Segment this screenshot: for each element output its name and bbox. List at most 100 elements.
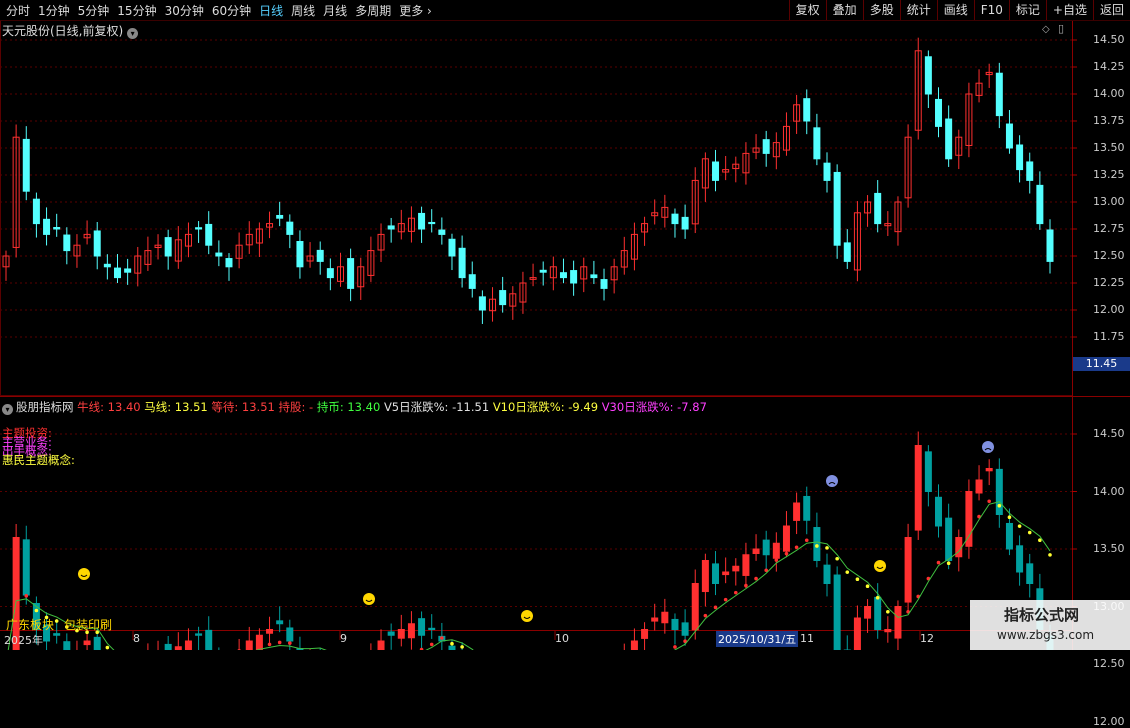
candle-body [205,223,213,246]
indicator-header: ▾ 股朋指标网 牛线: 13.40 马线: 13.51 等待: 13.51 持股:… [2,399,707,415]
period-tab-9[interactable]: 多周期 [355,4,391,18]
ind-candle-body [995,468,1003,515]
ind-candle-body [782,525,790,552]
watermark-title: 指标公式网 [1004,606,1080,624]
period-tab-7[interactable]: 周线 [291,4,315,18]
toolbar-action-1[interactable]: 叠加 [825,0,863,20]
sector-tag[interactable]: 包装印刷 [64,618,112,632]
ind-candle-body [924,451,932,492]
sector-tags: 广东板块 包装印刷 [6,616,122,633]
candle-body [103,263,111,268]
period-tab-0[interactable]: 分时 [6,4,30,18]
ma-dot [257,644,262,649]
ma-dot [1048,553,1052,557]
toolbar-action-4[interactable]: 画线 [936,0,974,20]
candle-body [570,270,578,284]
price-tick: 14.00 [1093,87,1125,100]
ind-candle-body [853,617,861,650]
pin-icon[interactable]: ▯ [1058,22,1064,35]
ma-dot [946,561,951,566]
happy-face-icon [874,560,886,572]
period-tab-2[interactable]: 5分钟 [78,4,110,18]
date-tick: 10 [555,632,569,645]
ma-dot [460,645,464,649]
ind-candle-body [428,627,436,630]
price-tick: 12.25 [1093,276,1125,289]
price-tick: 13.75 [1093,114,1125,127]
date-tick: 12 [920,632,934,645]
period-tab-6[interactable]: 日线 [259,4,283,18]
ind-candle-body [630,640,638,650]
candle-body [712,161,720,181]
toolbar-action-3[interactable]: 统计 [899,0,937,20]
date-tick: 8 [133,632,140,645]
candle-body [113,267,121,279]
sector-tag[interactable]: 广东板块 [6,618,54,632]
stock-title: 天元股份(日线,前复权) ▾ [2,22,139,39]
price-tick: 13.25 [1093,168,1125,181]
candle-body [428,221,436,225]
sad-face-icon [826,475,838,487]
toolbar-action-8[interactable]: 返回 [1092,0,1130,20]
period-tab-1[interactable]: 1分钟 [38,4,70,18]
ma-dot [450,641,454,646]
ind-candle-body [397,629,405,639]
ind-candle-body [164,643,172,650]
ind-candle-body [985,468,993,472]
candle-body [296,241,304,268]
candle-body [935,98,943,127]
candle-body [874,192,882,225]
price-tick: 13.00 [1093,195,1125,208]
ma-dot [288,641,292,645]
ind-candle-body [1016,545,1024,573]
candle-body [195,227,203,230]
candle-body [63,234,71,252]
ma-dot [997,503,1002,508]
ind-candle-body [772,542,780,559]
period-tab-5[interactable]: 60分钟 [212,4,251,18]
ind-candle-body [377,640,385,650]
candle-body [671,213,679,225]
ind-candle-body [681,622,689,636]
ma-dot [774,558,779,562]
chevron-down-icon[interactable]: ▾ [127,28,139,39]
toolbar-action-5[interactable]: F10 [973,0,1009,20]
toolbar-action-2[interactable]: 多股 [862,0,900,20]
ma-dot [825,546,829,550]
indicator-value: 牛线: 13.40 [77,400,145,414]
indicator-tick: 12.00 [1093,714,1125,728]
price-tick: 14.25 [1093,60,1125,73]
ma-dot [673,645,677,649]
toolbar-action-7[interactable]: +自选 [1045,0,1093,20]
ind-candle-body [387,631,395,636]
period-tab-3[interactable]: 15分钟 [117,4,156,18]
toolbar-action-0[interactable]: 复权 [788,0,826,20]
ind-candle-body [742,554,750,576]
period-tab-4[interactable]: 30分钟 [165,4,204,18]
ma-dot [886,609,890,614]
indicator-name: 股朋指标网 [16,400,78,414]
ind-candle-body [63,641,71,650]
period-tab-10[interactable]: 更多 › [399,4,432,18]
ma-dot [723,597,728,602]
chevron-down-icon[interactable]: ▾ [2,404,13,415]
ind-candle-body [722,571,730,576]
diamond-icon[interactable]: ◇ [1042,24,1050,35]
candle-body [347,258,355,289]
ma-dot [754,576,758,581]
price-tick: 14.50 [1093,33,1125,46]
ma-dot [429,642,434,647]
candle-body [559,272,567,279]
period-tab-8[interactable]: 月线 [323,4,347,18]
candle-body [1046,229,1054,262]
ind-candle-body [752,548,760,554]
candle-body [32,198,40,225]
ind-candle-body [276,620,284,625]
candle-body [93,230,101,257]
candle-body [843,242,851,262]
toolbar-action-6[interactable]: 标记 [1008,0,1046,20]
price-tick: 12.00 [1093,303,1125,316]
ma-dot [835,556,839,561]
ma-dot [815,544,819,548]
ind-candle-body [945,517,953,561]
